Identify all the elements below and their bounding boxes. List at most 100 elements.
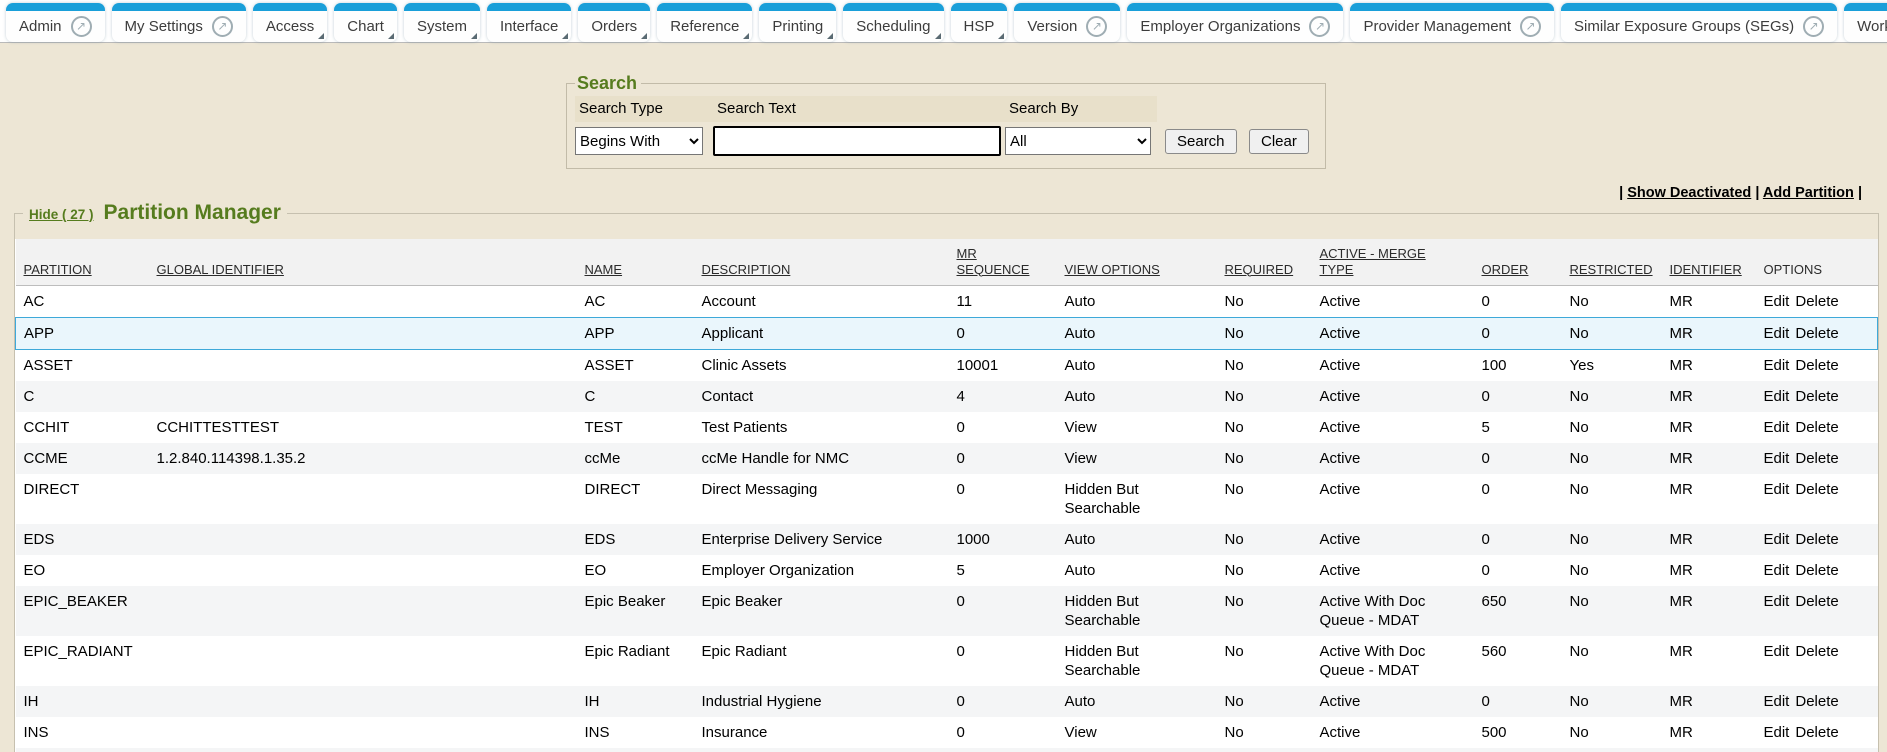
nav-tab-reference[interactable]: Reference — [657, 3, 752, 42]
external-link-icon[interactable]: ↗ — [1309, 16, 1330, 37]
edit-link[interactable]: Edit — [1764, 531, 1790, 548]
nav-tab-interface[interactable]: Interface — [487, 3, 571, 42]
hide-toggle-link[interactable]: Hide ( 27 ) — [29, 207, 94, 222]
table-row-direct[interactable]: DIRECTDIRECTDirect Messaging0Hidden But … — [16, 474, 1878, 524]
edit-link[interactable]: Edit — [1764, 388, 1790, 405]
cell-identifier: MR — [1662, 636, 1756, 686]
nav-tab-hsp[interactable]: HSP — [951, 3, 1008, 42]
delete-link[interactable]: Delete — [1795, 450, 1838, 467]
table-row-cchit[interactable]: CCHITCCHITTESTTESTTESTTest Patients0View… — [16, 412, 1878, 443]
table-row-c[interactable]: CCContact4AutoNoActive0NoMREditDelete — [16, 381, 1878, 412]
delete-link[interactable]: Delete — [1795, 724, 1838, 741]
column-header-description[interactable]: DESCRIPTION — [694, 239, 949, 285]
column-header-mr_sequence[interactable]: MRSEQUENCE — [949, 239, 1057, 285]
search-type-select[interactable]: Begins With — [575, 127, 703, 155]
column-header-global_identifier[interactable]: GLOBAL IDENTIFIER — [149, 239, 577, 285]
nav-tab-printing[interactable]: Printing — [759, 3, 836, 42]
nav-tab-scheduling[interactable]: Scheduling — [843, 3, 943, 42]
nav-tab-provider-management[interactable]: Provider Management↗ — [1350, 3, 1554, 42]
table-row-epic_radiant[interactable]: EPIC_RADIANTEpic RadiantEpic Radiant0Hid… — [16, 636, 1878, 686]
external-link-icon[interactable]: ↗ — [1086, 16, 1107, 37]
column-header-label[interactable]: RESTRICTED — [1570, 262, 1658, 278]
add-partition-link[interactable]: Add Partition — [1763, 185, 1854, 201]
column-header-label[interactable]: ACTIVE - MERGE — [1320, 246, 1470, 262]
nav-tab-chart[interactable]: Chart — [334, 3, 397, 42]
edit-link[interactable]: Edit — [1764, 643, 1790, 660]
external-link-icon[interactable]: ↗ — [212, 16, 233, 37]
edit-link[interactable]: Edit — [1764, 724, 1790, 741]
edit-link[interactable]: Edit — [1764, 293, 1790, 310]
delete-link[interactable]: Delete — [1795, 293, 1838, 310]
table-row-ccme[interactable]: CCME1.2.840.114398.1.35.2ccMeccMe Handle… — [16, 443, 1878, 474]
external-link-icon[interactable]: ↗ — [71, 16, 92, 37]
column-header-required[interactable]: REQUIRED — [1217, 239, 1312, 285]
edit-link[interactable]: Edit — [1764, 325, 1790, 342]
delete-link[interactable]: Delete — [1795, 531, 1838, 548]
nav-tab-orders[interactable]: Orders — [578, 3, 650, 42]
table-row-ac[interactable]: ACACAccount11AutoNoActive0NoMREditDelete — [16, 285, 1878, 317]
edit-link[interactable]: Edit — [1764, 450, 1790, 467]
column-header-active_merge_type[interactable]: ACTIVE - MERGETYPE — [1312, 239, 1474, 285]
column-header-label[interactable]: GLOBAL IDENTIFIER — [157, 262, 573, 278]
table-row-eds[interactable]: EDSEDSEnterprise Delivery Service1000Aut… — [16, 524, 1878, 555]
column-header-label[interactable]: TYPE — [1320, 262, 1470, 278]
delete-link[interactable]: Delete — [1795, 388, 1838, 405]
cell-description: Labcorp — [694, 748, 949, 752]
delete-link[interactable]: Delete — [1795, 481, 1838, 498]
column-header-restricted[interactable]: RESTRICTED — [1562, 239, 1662, 285]
table-row-app[interactable]: APPAPPApplicant0AutoNoActive0NoMREditDel… — [16, 317, 1878, 349]
column-header-identifier[interactable]: IDENTIFIER — [1662, 239, 1756, 285]
column-header-name[interactable]: NAME — [577, 239, 694, 285]
delete-link[interactable]: Delete — [1795, 593, 1838, 610]
table-row-labcorp[interactable]: LABCORPLabcorpLabcorp0Hidden But Searcha… — [16, 748, 1878, 752]
column-header-partition[interactable]: PARTITION — [16, 239, 149, 285]
search-text-input[interactable] — [713, 126, 1001, 156]
table-row-ins[interactable]: INSINSInsurance0ViewNoActive500NoMREditD… — [16, 717, 1878, 748]
edit-link[interactable]: Edit — [1764, 419, 1790, 436]
edit-link[interactable]: Edit — [1764, 357, 1790, 374]
edit-link[interactable]: Edit — [1764, 481, 1790, 498]
column-header-label[interactable]: SEQUENCE — [957, 262, 1053, 278]
search-button[interactable]: Search — [1165, 129, 1237, 154]
delete-link[interactable]: Delete — [1795, 643, 1838, 660]
table-row-ih[interactable]: IHIHIndustrial Hygiene0AutoNoActive0NoMR… — [16, 686, 1878, 717]
cell-mr_sequence: 0 — [949, 317, 1057, 349]
column-header-label[interactable]: DESCRIPTION — [702, 262, 945, 278]
nav-tab-system[interactable]: System — [404, 3, 480, 42]
column-header-view_options[interactable]: VIEW OPTIONS — [1057, 239, 1217, 285]
nav-tab-work-locations[interactable]: Work Locations↗ — [1844, 3, 1887, 42]
delete-link[interactable]: Delete — [1795, 693, 1838, 710]
edit-link[interactable]: Edit — [1764, 693, 1790, 710]
column-header-label[interactable]: NAME — [585, 262, 690, 278]
cell-name: AC — [577, 285, 694, 317]
table-row-epic_beaker[interactable]: EPIC_BEAKEREpic BeakerEpic Beaker0Hidden… — [16, 586, 1878, 636]
column-header-label[interactable]: REQUIRED — [1225, 262, 1308, 278]
column-header-order[interactable]: ORDER — [1474, 239, 1562, 285]
column-header-label[interactable]: ORDER — [1482, 262, 1558, 278]
nav-tab-similar-exposure-groups-segs[interactable]: Similar Exposure Groups (SEGs)↗ — [1561, 3, 1837, 42]
table-row-eo[interactable]: EOEOEmployer Organization5AutoNoActive0N… — [16, 555, 1878, 586]
cell-order: 0 — [1474, 686, 1562, 717]
delete-link[interactable]: Delete — [1795, 419, 1838, 436]
delete-link[interactable]: Delete — [1795, 357, 1838, 374]
nav-tab-label: Orders — [591, 18, 637, 35]
nav-tab-version[interactable]: Version↗ — [1014, 3, 1120, 42]
column-header-label[interactable]: VIEW OPTIONS — [1065, 262, 1213, 278]
table-row-asset[interactable]: ASSETASSETClinic Assets10001AutoNoActive… — [16, 349, 1878, 381]
external-link-icon[interactable]: ↗ — [1520, 16, 1541, 37]
column-header-label[interactable]: MR — [957, 246, 1053, 262]
delete-link[interactable]: Delete — [1795, 325, 1838, 342]
nav-tab-my-settings[interactable]: My Settings↗ — [112, 3, 246, 42]
column-header-label[interactable]: PARTITION — [24, 262, 145, 278]
nav-tab-access[interactable]: Access — [253, 3, 327, 42]
search-by-select[interactable]: All — [1005, 127, 1151, 155]
show-deactivated-link[interactable]: Show Deactivated — [1627, 185, 1751, 201]
edit-link[interactable]: Edit — [1764, 593, 1790, 610]
clear-button[interactable]: Clear — [1249, 129, 1309, 154]
nav-tab-admin[interactable]: Admin↗ — [6, 3, 105, 42]
nav-tab-employer-organizations[interactable]: Employer Organizations↗ — [1127, 3, 1343, 42]
external-link-icon[interactable]: ↗ — [1803, 16, 1824, 37]
column-header-label[interactable]: IDENTIFIER — [1670, 262, 1752, 278]
edit-link[interactable]: Edit — [1764, 562, 1790, 579]
delete-link[interactable]: Delete — [1795, 562, 1838, 579]
